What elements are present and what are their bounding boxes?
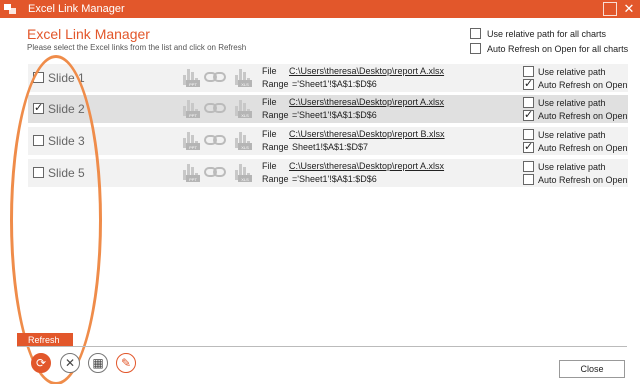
auto-refresh-all-option[interactable]: Auto Refresh on Open for all charts xyxy=(470,43,628,54)
window-title: Excel Link Manager xyxy=(28,3,125,15)
auto-refresh-option[interactable]: Auto Refresh on Open xyxy=(523,174,628,185)
range-label: Range xyxy=(262,110,289,120)
file-path-link[interactable]: C:\Users\theresa\Desktop\report A.xlsx xyxy=(289,66,444,76)
relative-all-checkbox[interactable] xyxy=(470,28,481,39)
page-title: Excel Link Manager xyxy=(27,26,150,42)
file-path-link[interactable]: C:\Users\theresa\Desktop\report A.xlsx xyxy=(289,161,444,171)
app-icon xyxy=(4,4,16,14)
use-relative-option[interactable]: Use relative path xyxy=(523,66,606,77)
auto-refresh-checkbox[interactable] xyxy=(523,108,534,121)
change-range-button[interactable]: ▦ xyxy=(88,353,108,373)
auto-refresh-label: Auto Refresh on Open xyxy=(538,110,628,121)
use-relative-checkbox[interactable] xyxy=(523,97,534,108)
auto-refresh-option[interactable]: Auto Refresh on Open xyxy=(523,77,628,90)
slide-checkbox[interactable] xyxy=(33,72,44,83)
use-relative-label: Use relative path xyxy=(538,66,606,77)
ppt-chart-icon: PPT xyxy=(183,100,200,118)
slide-checkbox[interactable] xyxy=(33,135,44,146)
file-label: File xyxy=(262,161,277,171)
link-icon xyxy=(204,135,226,145)
divider xyxy=(17,346,627,347)
range-value: ='Sheet1'!$A$1:$D$6 xyxy=(292,174,377,184)
auto-refresh-option[interactable]: Auto Refresh on Open xyxy=(523,140,628,153)
excel-chart-icon: XLS xyxy=(235,164,252,182)
edit-link-button[interactable]: ✎ xyxy=(116,353,136,373)
excel-chart-icon: XLS xyxy=(235,132,252,150)
auto-refresh-checkbox[interactable] xyxy=(523,77,534,90)
svg-text:PPT: PPT xyxy=(189,177,197,182)
range-value: Sheet1!$A$1:$D$7 xyxy=(292,142,369,152)
slide-label: Slide 5 xyxy=(48,166,85,180)
svg-text:XLS: XLS xyxy=(241,145,249,150)
auto-refresh-label: Auto Refresh on Open xyxy=(538,79,628,90)
auto-refresh-all-checkbox[interactable] xyxy=(470,43,481,54)
range-label: Range xyxy=(262,174,289,184)
relative-all-option[interactable]: Use relative path for all charts xyxy=(470,28,606,39)
auto-refresh-option[interactable]: Auto Refresh on Open xyxy=(523,108,628,121)
file-path-link[interactable]: C:\Users\theresa\Desktop\report B.xlsx xyxy=(289,129,445,139)
relative-all-label: Use relative path for all charts xyxy=(487,28,607,39)
file-label: File xyxy=(262,66,277,76)
range-value: ='Sheet1'!$A$1:$D$6 xyxy=(292,110,377,120)
slide-label: Slide 1 xyxy=(48,71,85,85)
slide-label: Slide 3 xyxy=(48,134,85,148)
link-row[interactable]: Slide 3 PPT XLS File C:\Users\theresa\De… xyxy=(28,127,628,155)
file-label: File xyxy=(262,97,277,107)
maximize-button[interactable] xyxy=(603,2,617,16)
refresh-tab[interactable]: Refresh xyxy=(17,333,73,347)
auto-refresh-label: Auto Refresh on Open xyxy=(538,142,628,153)
auto-refresh-label: Auto Refresh on Open xyxy=(538,174,628,185)
slide-label: Slide 2 xyxy=(48,102,85,116)
slide-checkbox[interactable] xyxy=(33,167,44,178)
link-icon xyxy=(204,167,226,177)
svg-text:XLS: XLS xyxy=(241,113,249,118)
svg-text:PPT: PPT xyxy=(189,145,197,150)
svg-text:PPT: PPT xyxy=(189,113,197,118)
file-path-link[interactable]: C:\Users\theresa\Desktop\report A.xlsx xyxy=(289,97,444,107)
auto-refresh-all-label: Auto Refresh on Open for all charts xyxy=(487,43,629,54)
link-row[interactable]: Slide 5 PPT XLS File C:\Users\theresa\De… xyxy=(28,159,628,187)
file-label: File xyxy=(262,129,277,139)
auto-refresh-checkbox[interactable] xyxy=(523,140,534,153)
auto-refresh-checkbox[interactable] xyxy=(523,174,534,185)
use-relative-checkbox[interactable] xyxy=(523,66,534,77)
range-label: Range xyxy=(262,142,289,152)
range-label: Range xyxy=(262,79,289,89)
ppt-chart-icon: PPT xyxy=(183,132,200,150)
svg-text:XLS: XLS xyxy=(241,177,249,182)
title-bar: Excel Link Manager ✕ xyxy=(0,0,640,18)
link-row[interactable]: Slide 1 PPT XLS File C:\Users\theresa\De… xyxy=(28,64,628,92)
excel-chart-icon: XLS xyxy=(235,69,252,87)
svg-text:PPT: PPT xyxy=(189,82,197,87)
excel-chart-icon: XLS xyxy=(235,100,252,118)
use-relative-label: Use relative path xyxy=(538,161,606,172)
use-relative-option[interactable]: Use relative path xyxy=(523,97,606,108)
slide-checkbox[interactable] xyxy=(33,101,44,114)
use-relative-option[interactable]: Use relative path xyxy=(523,129,606,140)
instructions-text: Please select the Excel links from the l… xyxy=(27,43,247,52)
window-close-button[interactable]: ✕ xyxy=(622,2,636,16)
link-row[interactable]: Slide 2 PPT XLS File C:\Users\theresa\De… xyxy=(28,95,628,123)
refresh-button[interactable]: ⟳ xyxy=(31,353,51,373)
range-value: ='Sheet1'!$A$1:$D$6 xyxy=(292,79,377,89)
close-button[interactable]: Close xyxy=(559,360,625,378)
ppt-chart-icon: PPT xyxy=(183,69,200,87)
delete-link-button[interactable]: ✕ xyxy=(60,353,80,373)
use-relative-label: Use relative path xyxy=(538,129,606,140)
use-relative-checkbox[interactable] xyxy=(523,161,534,172)
ppt-chart-icon: PPT xyxy=(183,164,200,182)
use-relative-label: Use relative path xyxy=(538,97,606,108)
link-icon xyxy=(204,72,226,82)
use-relative-checkbox[interactable] xyxy=(523,129,534,140)
use-relative-option[interactable]: Use relative path xyxy=(523,161,606,172)
svg-text:XLS: XLS xyxy=(241,82,249,87)
link-icon xyxy=(204,103,226,113)
